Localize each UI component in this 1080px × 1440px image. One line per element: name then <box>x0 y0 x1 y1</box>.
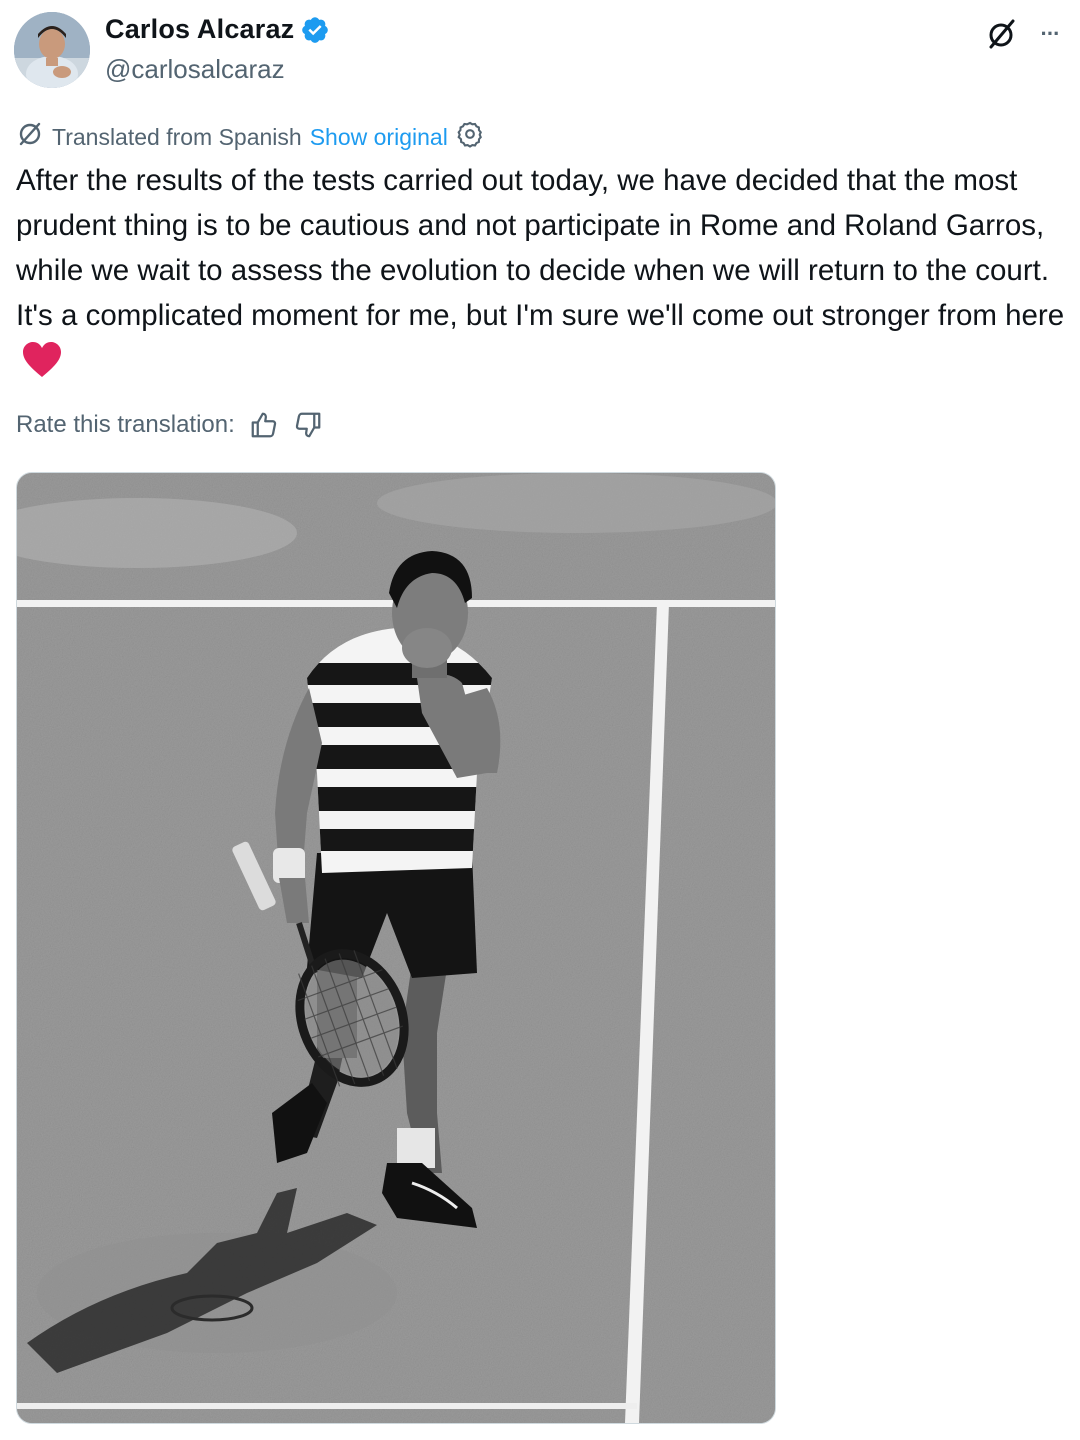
red-heart-emoji <box>22 342 62 378</box>
gear-icon[interactable] <box>456 120 484 154</box>
grok-icon[interactable] <box>982 14 1022 54</box>
thumbs-up-icon[interactable] <box>249 410 279 440</box>
translate-icon <box>16 120 44 154</box>
tweet: Carlos Alcaraz @carlosalcaraz ··· Transl… <box>0 0 1080 1440</box>
rate-translation-label: Rate this translation: <box>16 411 235 438</box>
translated-from-label: Translated from Spanish <box>52 123 302 150</box>
display-name[interactable]: Carlos Alcaraz <box>105 14 294 45</box>
more-icon[interactable]: ··· <box>1030 14 1070 54</box>
thumbs-down-icon[interactable] <box>293 410 323 440</box>
avatar-image <box>14 12 90 88</box>
translation-row: Translated from Spanish Show original <box>16 120 484 154</box>
verified-badge-icon <box>300 15 330 45</box>
tennis-player-photo <box>17 473 775 1423</box>
avatar[interactable] <box>14 12 90 88</box>
author-name-row[interactable]: Carlos Alcaraz <box>105 14 330 45</box>
tweet-body: After the results of the tests carried o… <box>16 164 1065 332</box>
author-handle[interactable]: @carlosalcaraz <box>105 54 285 85</box>
rate-translation-row: Rate this translation: <box>16 410 323 440</box>
tweet-photo[interactable] <box>16 472 776 1424</box>
show-original-link[interactable]: Show original <box>310 124 448 151</box>
tweet-text: After the results of the tests carried o… <box>16 158 1066 383</box>
